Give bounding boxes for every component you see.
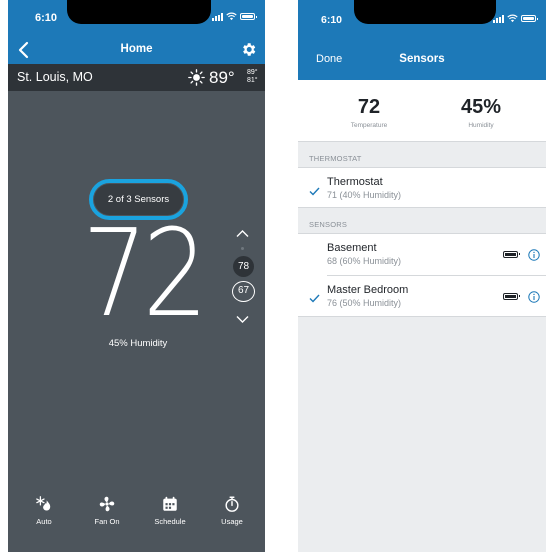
sensor-detail: 68 (60% Humidity) xyxy=(327,256,402,266)
weather-city: St. Louis, MO xyxy=(17,70,93,84)
mode-auto-label: Auto xyxy=(36,517,52,526)
signal-icon xyxy=(493,14,504,23)
sensors-list: Basement 68 (60% Humidity) Master Bedroo… xyxy=(298,233,546,317)
thermostat-section-header: THERMOSTAT xyxy=(309,154,362,163)
sensors-screen: 6:10 Done Sensors 72 Temperature 45% Hum… xyxy=(298,0,546,552)
sensor-row-master-bedroom[interactable]: Master Bedroom 76 (50% Humidity) xyxy=(298,276,546,317)
mode-auto-icon xyxy=(36,496,51,511)
sensors-section-header: SENSORS xyxy=(309,220,348,229)
info-icon[interactable] xyxy=(528,291,540,303)
status-time: 6:10 xyxy=(321,14,343,26)
fan-label: Fan On xyxy=(94,517,120,526)
sensor-name: Master Bedroom xyxy=(327,284,409,296)
info-icon[interactable] xyxy=(528,249,540,261)
indicator-dot xyxy=(241,247,244,250)
current-temperature: 72 xyxy=(82,205,208,344)
battery-icon xyxy=(503,293,520,300)
fan-button[interactable]: Fan On xyxy=(77,490,137,526)
bottom-toolbar: Auto Fan On Schedule Usage xyxy=(8,490,265,540)
top-nav-bar: Home xyxy=(8,36,265,64)
status-time: 6:10 xyxy=(35,12,58,24)
sensor-summary: 72 Temperature 45% Humidity xyxy=(298,80,546,142)
current-humidity: 45% Humidity xyxy=(108,338,168,349)
home-screen: 6:10 Home St. Louis, MO 89° 89° 81° 2 of… xyxy=(8,0,265,552)
fan-icon xyxy=(99,496,115,512)
chevron-up-icon[interactable] xyxy=(236,229,249,238)
weather-temperature: 89° xyxy=(209,68,235,87)
weather-low: 81° xyxy=(247,77,258,84)
sun-icon xyxy=(188,69,205,86)
sensor-detail: 76 (50% Humidity) xyxy=(327,298,402,308)
mode-auto-button[interactable]: Auto xyxy=(14,490,74,526)
weather-high: 89° xyxy=(247,69,258,76)
summary-temperature-label: Temperature xyxy=(350,122,388,129)
cool-setpoint[interactable]: 67 xyxy=(232,281,255,302)
thermostat-row[interactable]: Thermostat 71 (40% Humidity) xyxy=(298,167,546,208)
summary-temperature-value: 72 xyxy=(357,96,381,118)
schedule-button[interactable]: Schedule xyxy=(140,490,200,526)
stopwatch-icon xyxy=(225,496,239,512)
schedule-label: Schedule xyxy=(154,517,186,526)
heat-setpoint[interactable]: 78 xyxy=(233,256,254,277)
page-title: Home xyxy=(120,43,153,55)
wifi-icon xyxy=(507,14,518,23)
sensor-row-basement[interactable]: Basement 68 (60% Humidity) xyxy=(298,234,546,275)
summary-humidity-value: 45% xyxy=(460,96,502,118)
gear-icon[interactable] xyxy=(240,41,257,58)
battery-icon xyxy=(240,13,257,20)
thermostat-detail: 71 (40% Humidity) xyxy=(327,190,402,200)
status-bar: 6:10 xyxy=(8,0,265,36)
page-title: Sensors xyxy=(399,53,445,65)
summary-humidity-label: Humidity xyxy=(468,122,494,129)
chevron-down-icon[interactable] xyxy=(236,315,249,324)
checkmark-icon xyxy=(309,187,320,196)
status-icons xyxy=(212,12,257,21)
usage-label: Usage xyxy=(221,517,243,526)
weather-high-low: 89° 81° xyxy=(247,69,258,85)
weather-bar: St. Louis, MO 89° 89° 81° xyxy=(8,64,265,91)
usage-button[interactable]: Usage xyxy=(202,490,262,526)
device-notch xyxy=(67,0,211,24)
battery-icon xyxy=(521,15,538,22)
sensors-nav-bar: Done Sensors xyxy=(298,42,546,80)
device-notch xyxy=(354,0,496,24)
battery-icon xyxy=(503,251,520,258)
signal-icon xyxy=(212,12,223,21)
status-icons xyxy=(493,14,538,23)
sensor-name: Basement xyxy=(327,242,377,254)
status-bar: 6:10 xyxy=(298,0,546,42)
wifi-icon xyxy=(226,12,237,21)
thermostat-name: Thermostat xyxy=(327,176,383,188)
checkmark-icon xyxy=(309,294,320,303)
calendar-icon xyxy=(163,496,177,511)
